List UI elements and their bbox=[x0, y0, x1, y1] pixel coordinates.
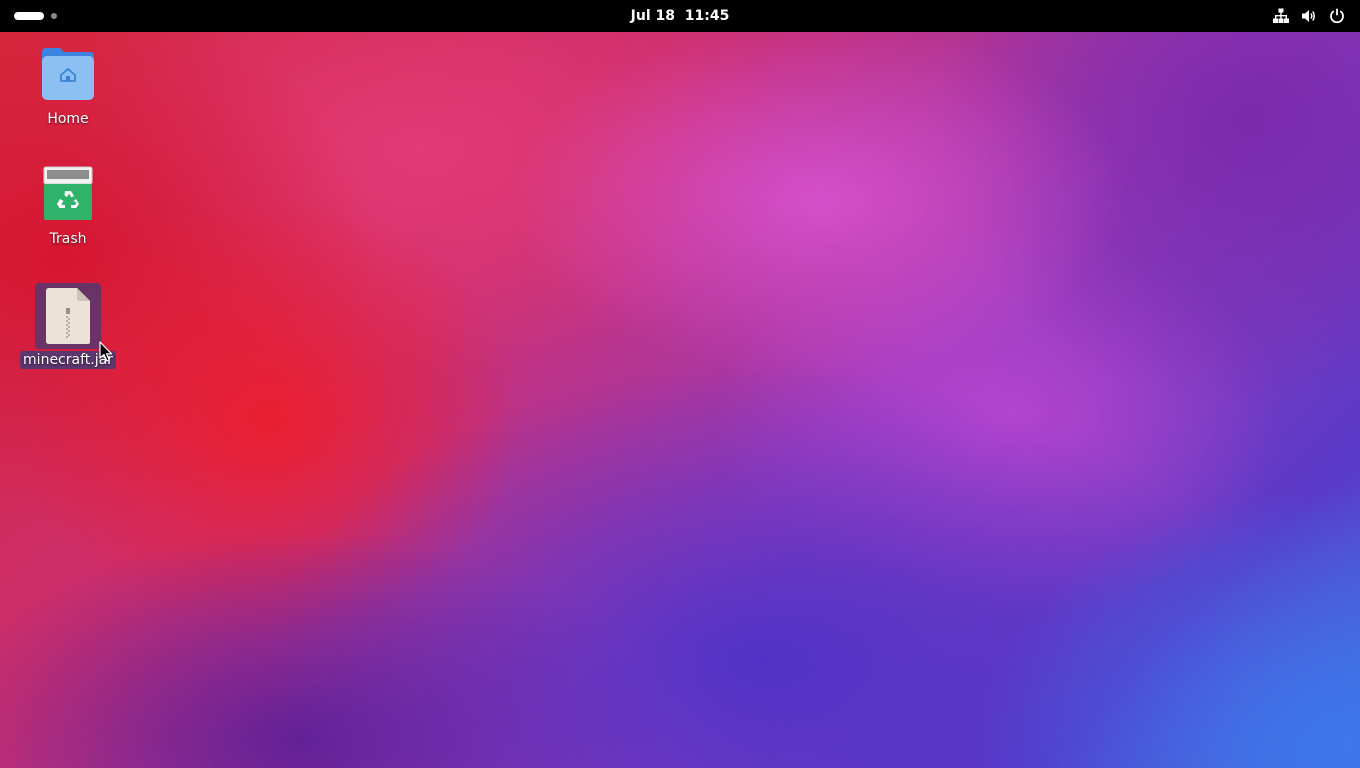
system-tray[interactable] bbox=[1272, 0, 1346, 32]
desktop-icon-label: Home bbox=[47, 111, 89, 127]
desktop-icon-trash[interactable]: Trash bbox=[20, 162, 116, 248]
clock-time: 11:45 bbox=[684, 8, 730, 24]
activities-button[interactable] bbox=[14, 10, 57, 22]
desktop-icon-home[interactable]: Home bbox=[20, 42, 116, 128]
power-icon[interactable] bbox=[1328, 7, 1346, 25]
clock-date: Jul 18 bbox=[630, 8, 675, 24]
trash-icon bbox=[36, 162, 100, 226]
clock: Jul 18 11:45 bbox=[0, 0, 1360, 32]
desktop-screen: Jul 18 11:45 Home Trash minecraft.jar bbox=[0, 0, 1360, 768]
home-folder-icon bbox=[36, 42, 100, 106]
active-workspace-indicator bbox=[14, 12, 44, 20]
top-bar: Jul 18 11:45 bbox=[0, 0, 1360, 32]
volume-icon[interactable] bbox=[1300, 7, 1318, 25]
mouse-pointer-icon bbox=[99, 341, 113, 363]
desktop-icon-label: Trash bbox=[49, 231, 87, 247]
network-wired-icon[interactable] bbox=[1272, 7, 1290, 25]
workspace-indicator bbox=[51, 13, 57, 19]
desktop-wallpaper[interactable] bbox=[0, 0, 1360, 768]
archive-file-icon bbox=[35, 283, 101, 349]
clock-button[interactable]: Jul 18 11:45 bbox=[631, 8, 730, 24]
